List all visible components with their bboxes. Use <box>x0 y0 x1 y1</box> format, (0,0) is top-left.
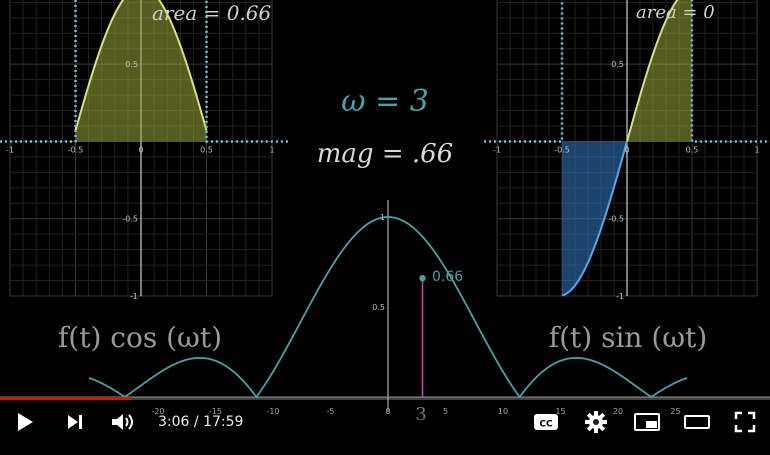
next-icon <box>68 415 82 429</box>
y-tick-label: -0.5 <box>608 215 624 224</box>
miniplayer-icon <box>634 413 660 431</box>
bottom-y-tick: 0.5 <box>372 303 385 312</box>
duration: 17:59 <box>203 414 244 430</box>
y-tick-label: -1 <box>616 292 624 301</box>
fullscreen-button[interactable] <box>732 410 758 434</box>
right-area-label: area = 0 <box>636 2 715 23</box>
video-frame[interactable]: area = 0.66 area = 0 -1 -0.5 0 0.5 1 1 0.5 -0.5… <box>0 0 770 451</box>
progress-played[interactable] <box>0 397 133 400</box>
marker-value-label: 0.66 <box>432 269 463 285</box>
y-tick-label: 0.5 <box>611 60 624 69</box>
captions-icon: CC <box>534 414 558 430</box>
y-tick-label: 0.5 <box>125 60 138 69</box>
x-tick-label: 0.5 <box>200 145 213 154</box>
x-tick-label: 1 <box>269 145 274 154</box>
y-tick-label: -0.5 <box>122 215 138 224</box>
current-time: 3:06 <box>158 414 190 430</box>
x-tick-label: 0 <box>138 145 143 154</box>
left-area-label: area = 0.66 <box>152 1 272 25</box>
captions-text: CC <box>539 420 553 430</box>
x-tick-label: 0.5 <box>686 145 699 154</box>
x-tick-label: 0 <box>624 145 629 154</box>
bottom-plot-axes <box>0 200 770 412</box>
bottom-y-tick: 1 <box>380 213 385 222</box>
right-tick-labels: -1-0.500.5110.5-0.5-1 <box>493 60 760 301</box>
theater-icon <box>684 415 710 429</box>
time-separator: / <box>193 414 199 430</box>
captions-button[interactable]: CC <box>532 410 560 434</box>
player-controls: 3:06 / 17:59 CC <box>0 396 770 451</box>
theater-button[interactable] <box>682 410 712 434</box>
volume-icon <box>112 414 133 430</box>
sin-formula: f(t) sin (ωt) <box>549 321 708 354</box>
x-tick-label: -0.5 <box>68 145 84 154</box>
settings-icon <box>585 411 607 433</box>
y-tick-label: -1 <box>130 292 138 301</box>
progress-bar[interactable] <box>0 397 770 400</box>
volume-button[interactable] <box>108 410 138 434</box>
fullscreen-icon <box>734 411 756 433</box>
x-tick-label: 1 <box>754 145 759 154</box>
play-button[interactable] <box>12 410 38 434</box>
play-icon <box>18 413 33 431</box>
x-tick-label: -1 <box>493 145 501 154</box>
omega-label: ω = 3 <box>341 84 429 119</box>
time-display: 3:06 / 17:59 <box>158 414 243 430</box>
magnitude-label: mag = .66 <box>317 139 453 169</box>
settings-button[interactable] <box>582 410 610 434</box>
cos-formula: f(t) cos (ωt) <box>58 321 222 354</box>
next-button[interactable] <box>62 410 88 434</box>
marker-dot <box>419 275 426 282</box>
x-tick-label: -0.5 <box>554 145 570 154</box>
miniplayer-button[interactable] <box>632 410 662 434</box>
x-tick-label: -1 <box>6 145 14 154</box>
